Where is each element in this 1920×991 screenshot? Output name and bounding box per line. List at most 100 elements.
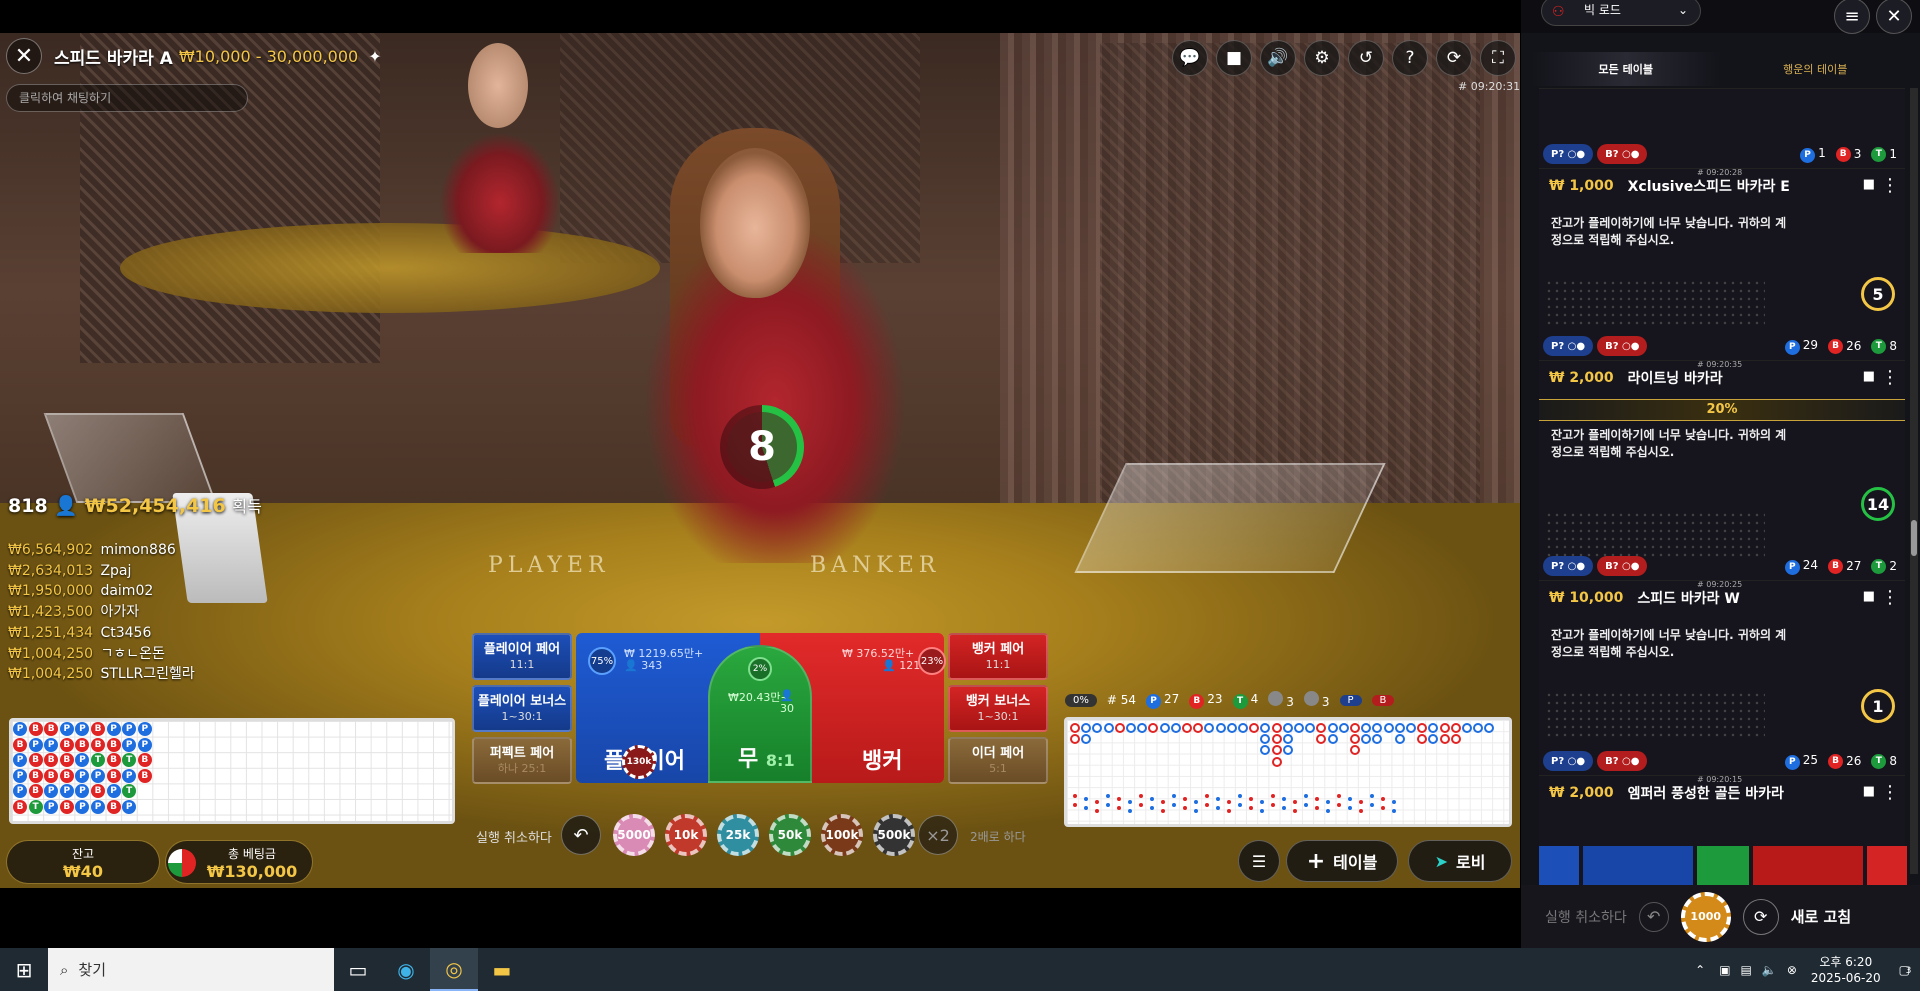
card-timestamp: # 09:20:15: [1697, 775, 1743, 784]
monitor-icon[interactable]: ▤: [1741, 963, 1752, 977]
history-icon[interactable]: ↺: [1348, 40, 1384, 76]
big-road-mark: [1081, 734, 1092, 745]
more-icon[interactable]: ⋮: [1881, 367, 1899, 388]
file-explorer-icon[interactable]: ▬: [478, 948, 526, 991]
card-player-predict[interactable]: P? ○●: [1543, 144, 1594, 164]
card-banker-predict[interactable]: B? ○●: [1597, 751, 1648, 771]
bead-road-mark: B: [44, 753, 59, 768]
chip-100k[interactable]: 100k: [821, 814, 863, 856]
fullscreen-icon[interactable]: ⛶: [1480, 40, 1516, 76]
close-icon[interactable]: ✕: [6, 38, 42, 74]
chip-25k[interactable]: 25k: [717, 814, 759, 856]
card-player-predict[interactable]: P? ○●: [1543, 751, 1594, 771]
video-icon[interactable]: ■: [1863, 784, 1875, 799]
task-view-icon[interactable]: ▭: [334, 948, 382, 991]
player-pair-bet[interactable]: 플레이어 페어 11:1: [472, 633, 572, 680]
menu-icon[interactable]: ≡: [1834, 0, 1870, 34]
road-type-select[interactable]: ⚇ 빅 로드 ⌄: [1541, 0, 1701, 26]
tie-bet-zone[interactable]: 2% ₩20.43만+ 👤 30 무 8:1: [708, 645, 812, 783]
tie-odds: 8:1: [765, 751, 795, 770]
more-icon[interactable]: ⋮: [1881, 175, 1899, 196]
chip-50k[interactable]: 50k: [769, 814, 811, 856]
taskbar-search[interactable]: ⌕ 찾기: [48, 948, 334, 991]
edge-icon[interactable]: ◉: [382, 948, 430, 991]
winner-row: ₩1,423,500 아가자: [8, 602, 195, 623]
chip-10k[interactable]: 10k: [665, 814, 707, 856]
player-predict-button[interactable]: P: [1339, 694, 1362, 706]
banker-count-value: 121: [899, 659, 921, 672]
table-title: 스피드 바카라 A: [54, 48, 173, 69]
derived-road-mark: [1249, 797, 1253, 801]
banker-pair-bet[interactable]: 뱅커 페어 11:1: [948, 633, 1048, 680]
video-icon[interactable]: ■: [1216, 40, 1252, 76]
card-shoe: [1074, 463, 1386, 573]
perfect-pair-bet[interactable]: 퍼펙트 페어 하나 25:1: [472, 737, 572, 784]
derived-road-mark: [1392, 809, 1396, 813]
table-button[interactable]: + 테이블: [1286, 840, 1398, 882]
card-banker-predict[interactable]: B? ○●: [1597, 336, 1648, 356]
tray-chevron-icon[interactable]: ⌃: [1695, 963, 1705, 977]
card-timestamp: # 09:20:35: [1697, 360, 1743, 369]
more-icon[interactable]: ⋮: [1881, 782, 1899, 803]
sidebar-chip[interactable]: 1000: [1680, 891, 1731, 942]
card-banker-predict[interactable]: B? ○●: [1597, 556, 1648, 576]
sidebar-scroll-thumb[interactable]: [1911, 520, 1917, 556]
taskbar-clock[interactable]: 오후 6:20 2025-06-20: [1811, 954, 1881, 986]
network-icon[interactable]: ▣: [1719, 963, 1730, 977]
card-player-predict[interactable]: P? ○●: [1543, 336, 1594, 356]
video-icon[interactable]: ■: [1863, 589, 1875, 604]
close-sidebar-icon[interactable]: ✕: [1876, 0, 1912, 34]
windows-start-icon[interactable]: ⊞: [0, 948, 48, 991]
bead-road-mark: P: [91, 768, 105, 783]
chat-icon[interactable]: 💬: [1172, 40, 1208, 76]
double-button[interactable]: ×2: [918, 815, 958, 855]
chip-500k[interactable]: 500k: [873, 814, 915, 856]
tie-dot-icon: T: [1871, 338, 1887, 354]
big-road-mark: [1383, 723, 1394, 733]
banker-bonus-bet[interactable]: 뱅커 보너스 1~30:1: [948, 685, 1048, 732]
chip-5000[interactable]: 5000: [613, 814, 655, 856]
sync-icon[interactable]: ⟳: [1436, 40, 1472, 76]
pin-icon[interactable]: ✦: [368, 47, 381, 66]
notification-icon[interactable]: ▢ 3: [1899, 963, 1912, 977]
table-card[interactable]: # 09:20:25 ₩ 10,000 스피드 바카라 W ■ ⋮ 잔고가 플레이…: [1539, 580, 1905, 775]
chrome-icon[interactable]: ◎: [430, 948, 478, 991]
volume-icon[interactable]: 🔊: [1260, 40, 1296, 76]
card-mini-road: [1545, 279, 1765, 325]
either-pair-bet[interactable]: 이더 페어 5:1: [948, 737, 1048, 784]
big-road-mark: [1450, 723, 1461, 733]
card-player-predict[interactable]: P? ○●: [1543, 556, 1594, 576]
bead-road-mark: B: [137, 768, 152, 783]
refresh-icon[interactable]: ⟳: [1742, 898, 1779, 935]
derived-road-mark: [1150, 806, 1154, 810]
banker-wins-value: 23: [1207, 691, 1223, 706]
table-card[interactable]: P? ○● B? ○● P1 B3 T1: [1539, 88, 1905, 168]
card-player-predict-label: P?: [1551, 755, 1565, 767]
tab-all-tables[interactable]: 모든 테이블: [1531, 52, 1721, 86]
player-bonus-bet[interactable]: 플레이어 보너스 1~30:1: [472, 685, 572, 732]
sidebar-undo-button[interactable]: ↶: [1638, 901, 1669, 932]
video-icon[interactable]: ■: [1863, 177, 1875, 192]
banker-predict-button[interactable]: B: [1371, 694, 1395, 706]
undo-button[interactable]: ↶: [561, 815, 601, 855]
volume-tray-icon[interactable]: 🔈: [1762, 963, 1777, 977]
mute-icon[interactable]: ⊗: [1787, 963, 1797, 977]
winners-amount: ₩52,454,416: [84, 495, 226, 517]
help-icon[interactable]: ?: [1392, 40, 1428, 76]
tab-lucky-tables[interactable]: 행운의 테이블: [1721, 52, 1911, 86]
more-icon[interactable]: ⋮: [1881, 587, 1899, 608]
sidebar-scrollbar[interactable]: [1910, 88, 1918, 874]
settings-icon[interactable]: ⚙: [1304, 40, 1340, 76]
bead-road-mark: P: [75, 753, 90, 768]
big-road-mark: [1282, 734, 1293, 745]
video-icon[interactable]: ■: [1863, 369, 1875, 384]
lobby-button[interactable]: ➤ 로비: [1408, 840, 1512, 882]
table-card[interactable]: # 09:20:28 ₩ 1,000 Xclusive스피드 바카라 E ■ ⋮…: [1539, 168, 1905, 360]
card-banker-predict[interactable]: B? ○●: [1597, 144, 1648, 164]
table-card[interactable]: # 09:20:15 ₩ 2,000 엠퍼러 풍성한 골든 바카라 ■ ⋮: [1539, 775, 1907, 886]
chat-input[interactable]: 클릭하여 채팅하기: [6, 84, 248, 112]
table-card[interactable]: # 09:20:35 ₩ 2,000 라이트닝 바카라 ■ ⋮ 20% 잔고가 플레…: [1539, 360, 1905, 580]
back-table: [120, 223, 660, 313]
bead-road-mark: T: [122, 753, 137, 768]
chip-stack-button[interactable]: ☰: [1238, 840, 1280, 882]
